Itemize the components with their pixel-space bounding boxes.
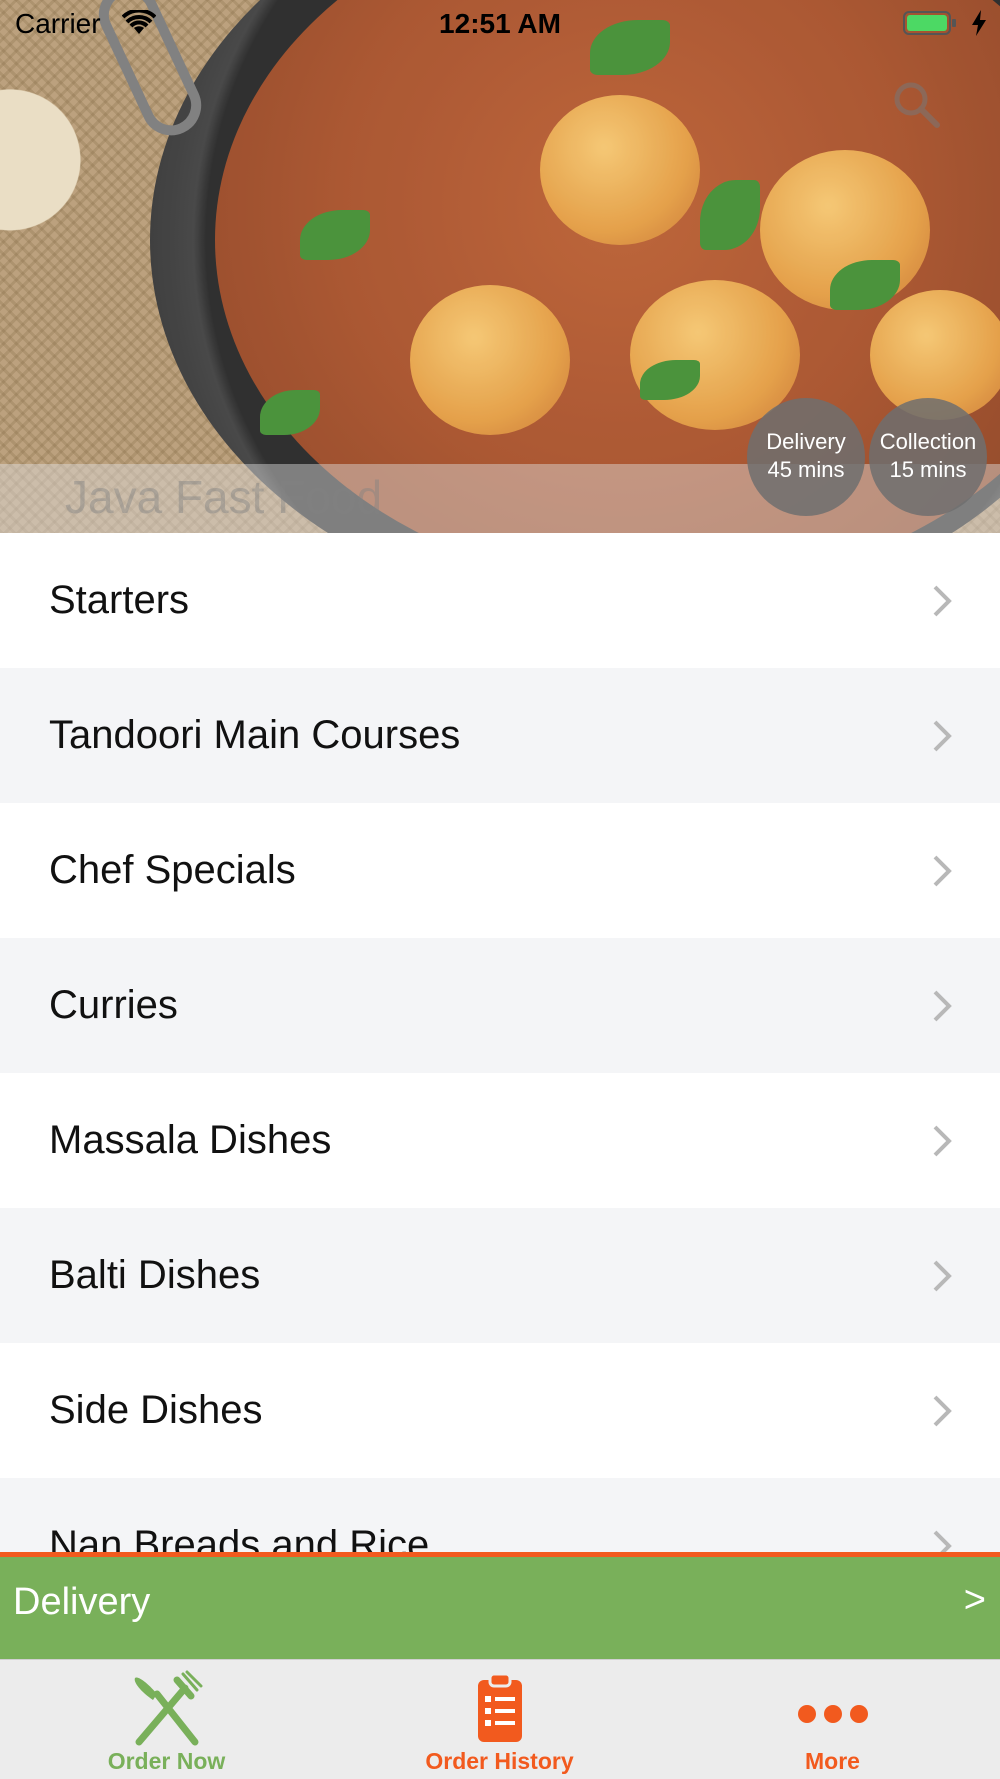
tab-label: More (805, 1748, 860, 1774)
menu-item-nan-breads-and-rice[interactable]: Nan Breads and Rice (0, 1478, 1000, 1555)
chevron-right-icon (933, 720, 952, 751)
fork-knife-icon (134, 1670, 202, 1746)
menu-item-label: Massala Dishes (49, 1118, 332, 1162)
menu-item-label: Starters (49, 578, 190, 622)
tab-label: Order Now (107, 1748, 226, 1774)
tab-more[interactable]: More (666, 1660, 999, 1779)
menu-item-chef-specials[interactable]: Chef Specials (0, 803, 1000, 938)
chevron-right-icon (933, 1395, 952, 1426)
chevron-right-icon (933, 1125, 952, 1156)
menu-item-label: Nan Breads and Rice (49, 1523, 430, 1555)
menu-item-side-dishes[interactable]: Side Dishes (0, 1343, 1000, 1478)
clipboard-icon (477, 1672, 522, 1742)
menu-item-starters[interactable]: Starters (0, 533, 1000, 668)
menu-item-label: Curries (49, 983, 178, 1027)
more-dots-icon (797, 1705, 868, 1723)
search-icon[interactable] (890, 78, 942, 130)
menu-item-label: Tandoori Main Courses (49, 713, 461, 757)
battery-icon (903, 11, 956, 35)
tab-bar: Order Now Order History More (0, 1659, 1000, 1779)
tab-order-now[interactable]: Order Now (0, 1660, 333, 1779)
menu-category-list[interactable]: Starters Tandoori Main Courses Chef Spec… (0, 533, 1000, 1555)
tab-label: Order History (425, 1748, 574, 1774)
delivery-time-badge: Delivery 45 mins (747, 398, 865, 516)
clock-label: 12:51 AM (439, 8, 561, 39)
delivery-mode-label: Delivery (13, 1581, 151, 1623)
delivery-arrow-icon: > (963, 1579, 986, 1621)
delivery-badge-time: 45 mins (767, 457, 845, 482)
menu-item-balti-dishes[interactable]: Balti Dishes (0, 1208, 1000, 1343)
chevron-right-icon (933, 1260, 952, 1291)
charging-bolt-icon (972, 10, 986, 36)
collection-badge-time: 15 mins (889, 457, 967, 482)
menu-item-label: Balti Dishes (49, 1253, 261, 1297)
status-bar: Carrier 12:51 AM (0, 0, 1000, 50)
chevron-right-icon (933, 585, 952, 616)
menu-item-massala-dishes[interactable]: Massala Dishes (0, 1073, 1000, 1208)
restaurant-name: Java Fast Food (65, 471, 383, 523)
tab-order-history[interactable]: Order History (333, 1660, 666, 1779)
menu-item-tandoori-main-courses[interactable]: Tandoori Main Courses (0, 668, 1000, 803)
delivery-mode-bar[interactable]: Delivery > (0, 1552, 1000, 1659)
collection-badge-label: Collection (879, 429, 977, 454)
menu-item-curries[interactable]: Curries (0, 938, 1000, 1073)
menu-item-label: Chef Specials (49, 848, 296, 892)
chevron-right-icon (933, 990, 952, 1021)
menu-item-label: Side Dishes (49, 1388, 263, 1432)
collection-time-badge: Collection 15 mins (869, 398, 987, 516)
delivery-badge-label: Delivery (766, 429, 846, 454)
chevron-right-icon (933, 855, 952, 886)
